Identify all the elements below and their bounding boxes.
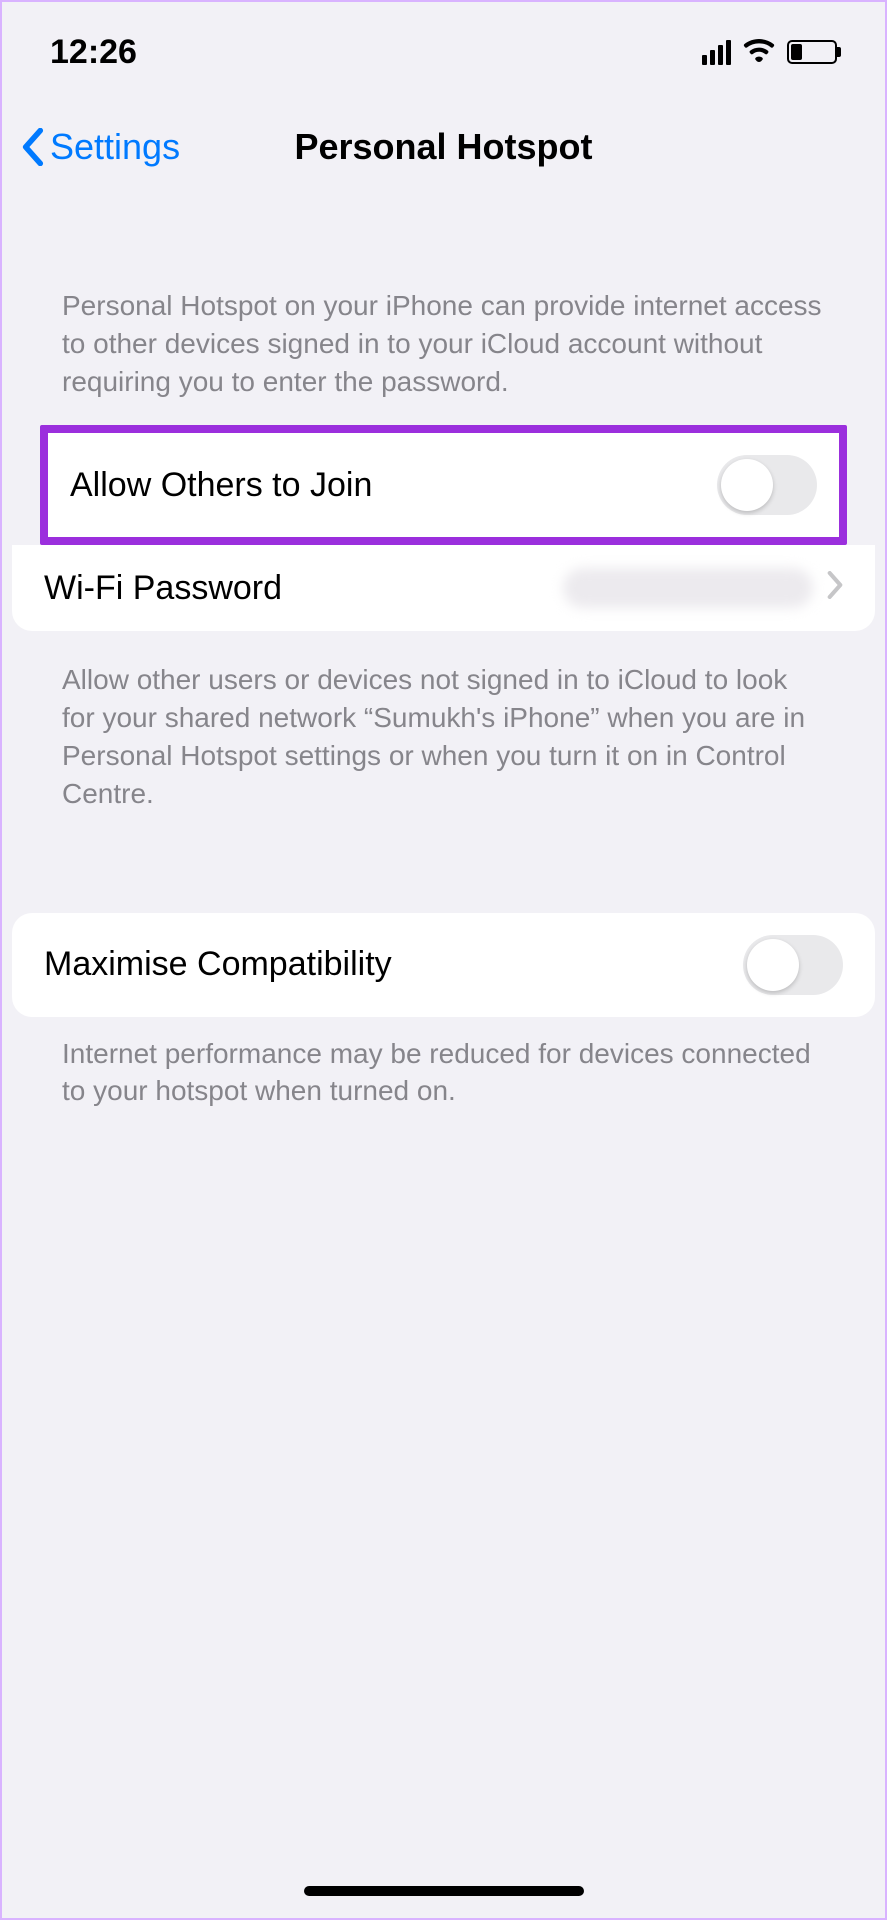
chevron-right-icon [827,569,843,608]
page-title: Personal Hotspot [294,126,592,168]
highlight-allow-others: Allow Others to Join [40,425,847,545]
wifi-password-group: Wi-Fi Password [12,545,875,631]
battery-icon [787,40,837,64]
maximise-compat-row[interactable]: Maximise Compatibility [12,913,875,1017]
intro-caption: Personal Hotspot on your iPhone can prov… [2,287,885,400]
chevron-left-icon [22,128,44,166]
toggle-knob [747,939,799,991]
back-label: Settings [50,126,180,168]
status-bar: 12:26 [2,2,885,102]
status-indicators [702,38,837,67]
toggle-knob [721,459,773,511]
compat-footer: Internet performance may be reduced for … [2,1035,885,1111]
back-button[interactable]: Settings [22,126,180,168]
allow-others-footer: Allow other users or devices not signed … [2,661,885,812]
allow-others-toggle[interactable] [717,455,817,515]
wifi-icon [743,38,775,67]
cellular-signal-icon [702,40,731,65]
allow-others-row[interactable]: Allow Others to Join [48,433,839,537]
home-indicator[interactable] [304,1886,584,1896]
wifi-password-row[interactable]: Wi-Fi Password [12,545,875,631]
nav-header: Settings Personal Hotspot [2,102,885,192]
status-time: 12:26 [50,33,137,72]
maximise-compat-toggle[interactable] [743,935,843,995]
allow-others-label: Allow Others to Join [70,466,372,505]
compat-group: Maximise Compatibility [12,913,875,1017]
wifi-password-label: Wi-Fi Password [44,569,282,608]
wifi-password-value-blurred [563,568,813,608]
maximise-compat-label: Maximise Compatibility [44,945,392,984]
